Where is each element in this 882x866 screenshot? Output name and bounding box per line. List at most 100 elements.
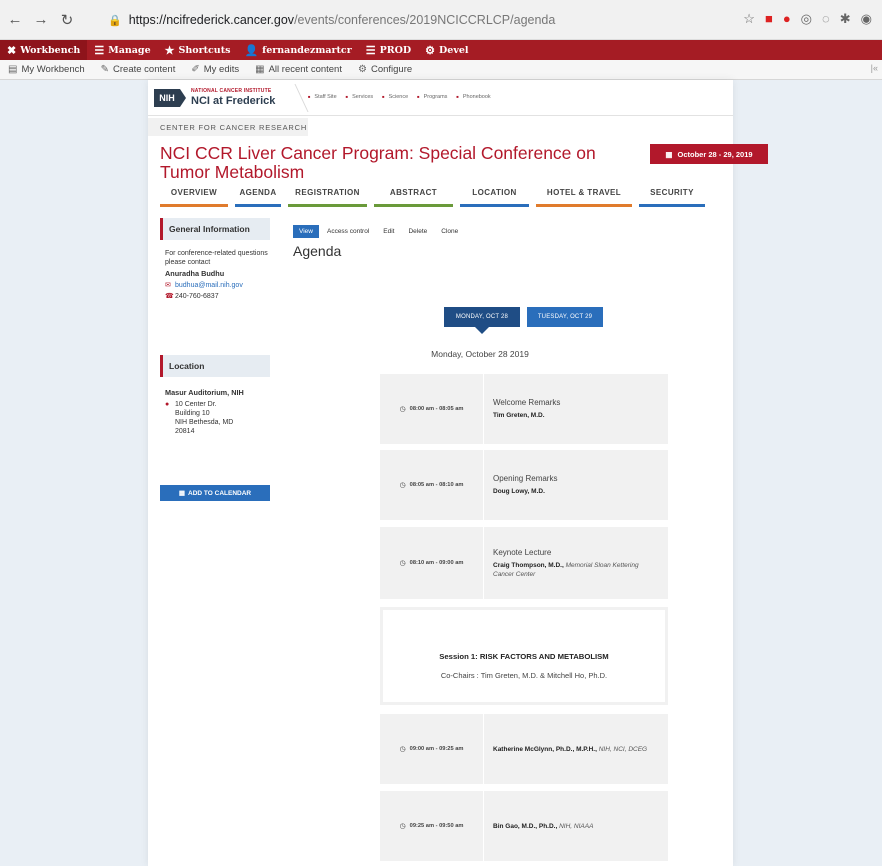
admin-shortcuts[interactable]: ★ Shortcuts <box>158 44 238 57</box>
tab-abstract[interactable]: ABSTRACT <box>374 186 453 207</box>
calendar-icon: ▦ <box>178 490 186 497</box>
clock-icon: ◷ <box>399 560 406 567</box>
agenda-item: ◷ 08:10 am - 09:00 am Keynote Lecture Cra… <box>380 527 668 599</box>
agenda-item: ◷ 09:25 am - 09:50 am Bin Gao, M.D., Ph.D… <box>380 791 668 861</box>
admin-devel[interactable]: ⚙ Devel <box>418 44 475 57</box>
clock-icon: ◷ <box>399 482 406 489</box>
agenda-info: Katherine McGlynn, Ph.D., M.P.H., NIH, N… <box>493 714 661 784</box>
nih-logo[interactable]: NIH <box>154 89 180 107</box>
agenda-heading: Agenda <box>293 243 342 259</box>
add-to-calendar-button[interactable]: ▦ ADD TO CALENDAR <box>160 485 270 501</box>
location-card: Location Masur Auditorium, NIH ● 10 Cent… <box>160 355 270 436</box>
agenda-affiliation: NIH, NIAAA <box>559 822 594 830</box>
calendar-icon: ▦ <box>665 149 673 159</box>
agenda-info: Opening Remarks Doug Lowy, M.D. <box>493 450 661 520</box>
conference-tabs: OVERVIEW AGENDA REGISTRATION ABSTRACT LO… <box>160 186 705 207</box>
toolbar-overflow-icon[interactable]: |« <box>871 63 878 73</box>
extension-circle-icon[interactable]: ◌ <box>822 11 830 27</box>
extension-bug-icon[interactable]: ✱ <box>840 11 851 27</box>
create-icon: ✎ <box>100 64 110 75</box>
agenda-item: ◷ 08:05 am - 08:10 am Opening Remarks Dou… <box>380 450 668 520</box>
action-clone[interactable]: Clone <box>435 225 464 238</box>
lock-icon: 🔒 <box>108 14 122 27</box>
agenda-time: ◷ 08:10 am - 09:00 am <box>380 527 484 599</box>
nih-logo-chevron <box>180 89 186 107</box>
date-badge: ▦ October 28 - 29, 2019 <box>650 144 768 164</box>
action-delete[interactable]: Delete <box>402 225 433 238</box>
star-icon[interactable]: ☆ <box>743 11 755 27</box>
nav-services[interactable]: Services <box>346 94 373 100</box>
tab-location[interactable]: LOCATION <box>460 186 529 207</box>
pdf-extension-icon[interactable]: ■ <box>765 11 773 27</box>
agenda-item: ◷ 08:00 am - 08:05 am Welcome Remarks Tim… <box>380 374 668 444</box>
action-view[interactable]: View <box>293 225 319 238</box>
agenda-time: ◷ 09:00 am - 09:25 am <box>380 714 484 784</box>
opera-extension-icon[interactable]: ● <box>783 11 791 27</box>
general-info-heading: General Information <box>160 218 270 240</box>
phone-icon: ☎ <box>165 293 174 300</box>
header-nav: Staff Site Services Science Programs Pho… <box>308 94 491 100</box>
tab-registration[interactable]: REGISTRATION <box>288 186 367 207</box>
tool-my-workbench[interactable]: ▤ My Workbench <box>0 64 93 75</box>
action-edit[interactable]: Edit <box>377 225 400 238</box>
grid-icon: ▤ <box>8 64 18 75</box>
admin-user[interactable]: 👤 fernandezmartcr <box>237 44 358 57</box>
star-icon: ★ <box>164 43 175 57</box>
agenda-time: ◷ 09:25 am - 09:50 am <box>380 791 484 861</box>
address-line-2: Building 10 <box>175 410 210 417</box>
action-access-control[interactable]: Access control <box>321 225 375 238</box>
nav-phonebook[interactable]: Phonebook <box>456 94 491 100</box>
user-icon: 👤 <box>244 43 259 57</box>
tool-configure[interactable]: ⚙ Configure <box>350 64 420 75</box>
pencil-icon: ✐ <box>191 64 200 75</box>
page-container: NIH NATIONAL CANCER INSTITUTE NCI at Fre… <box>148 80 768 866</box>
agenda-affiliation: NIH, NCI, DCEG <box>598 745 648 753</box>
site-header: NIH NATIONAL CANCER INSTITUTE NCI at Fre… <box>148 80 733 116</box>
forward-icon[interactable]: → <box>30 11 52 28</box>
session-title: Session 1: RISK FACTORS AND METABOLISM <box>439 652 609 661</box>
nav-science[interactable]: Science <box>382 94 409 100</box>
admin-action-tabs: View Access control Edit Delete Clone <box>293 225 464 238</box>
agenda-item: ◷ 09:00 am - 09:25 am Katherine McGlynn, … <box>380 714 668 784</box>
contact-phone: 240-760-6837 <box>175 293 219 300</box>
reload-icon[interactable]: ↻ <box>56 11 78 29</box>
agenda-speaker: Katherine McGlynn, Ph.D., M.P.H., NIH, N… <box>493 745 648 753</box>
contact-intro: For conference-related questions please … <box>165 250 268 266</box>
envelope-icon: ✉ <box>165 282 171 289</box>
map-pin-icon: ● <box>165 401 170 408</box>
agenda-speaker: Doug Lowy, M.D. <box>493 488 545 495</box>
tab-security[interactable]: SECURITY <box>639 186 705 207</box>
address-bar[interactable]: 🔒 https://ncifrederick.cancer.gov/events… <box>108 8 848 32</box>
extension-icons: ☆ ■ ● ◎ ◌ ✱ ◉ <box>743 11 872 27</box>
admin-prod[interactable]: ☰ PROD <box>359 44 418 57</box>
extension-v-icon[interactable]: ◎ <box>801 11 812 27</box>
section-label[interactable]: CENTER FOR CANCER RESEARCH <box>148 118 308 136</box>
admin-workbench[interactable]: ✖ Workbench <box>0 40 88 60</box>
day-tab-monday[interactable]: MONDAY, OCT 28 <box>444 307 520 334</box>
admin-manage[interactable]: ☰ Manage <box>87 44 157 57</box>
tab-agenda[interactable]: AGENDA <box>235 186 281 207</box>
server-icon: ☰ <box>365 43 376 57</box>
tool-recent-content[interactable]: ▦ All recent content <box>247 64 350 75</box>
agenda-info: Keynote Lecture Craig Thompson, M.D., Me… <box>493 527 661 599</box>
agenda-title: Opening Remarks <box>493 474 558 483</box>
contact-email[interactable]: budhua@mail.nih.gov <box>175 281 243 290</box>
day-tab-tuesday[interactable]: TUESDAY, OCT 29 <box>527 307 603 327</box>
contact-email-row[interactable]: ✉ budhua@mail.nih.gov <box>165 281 270 290</box>
tool-create-content[interactable]: ✎ Create content <box>93 64 184 75</box>
tool-my-edits[interactable]: ✐ My edits <box>183 64 247 75</box>
selected-day-label: Monday, October 28 2019 <box>431 349 529 359</box>
profile-icon[interactable]: ◉ <box>861 11 872 27</box>
location-heading: Location <box>160 355 270 377</box>
page-title: NCI CCR Liver Cancer Program: Special Co… <box>160 143 596 182</box>
document-icon: ▦ <box>255 64 265 75</box>
agenda-info: Bin Gao, M.D., Ph.D., NIH, NIAAA <box>493 791 661 861</box>
back-icon[interactable]: ← <box>4 11 26 28</box>
admin-toolbar: ✖ Workbench ☰ Manage ★ Shortcuts 👤 fernandez… <box>0 40 882 60</box>
nav-programs[interactable]: Programs <box>417 94 448 100</box>
tab-overview[interactable]: OVERVIEW <box>160 186 228 207</box>
address-line-4: 20814 <box>175 428 195 435</box>
gear-icon: ⚙ <box>357 64 367 75</box>
nav-staff-site[interactable]: Staff Site <box>308 94 336 100</box>
tab-hotel-travel[interactable]: HOTEL & TRAVEL <box>536 186 632 207</box>
